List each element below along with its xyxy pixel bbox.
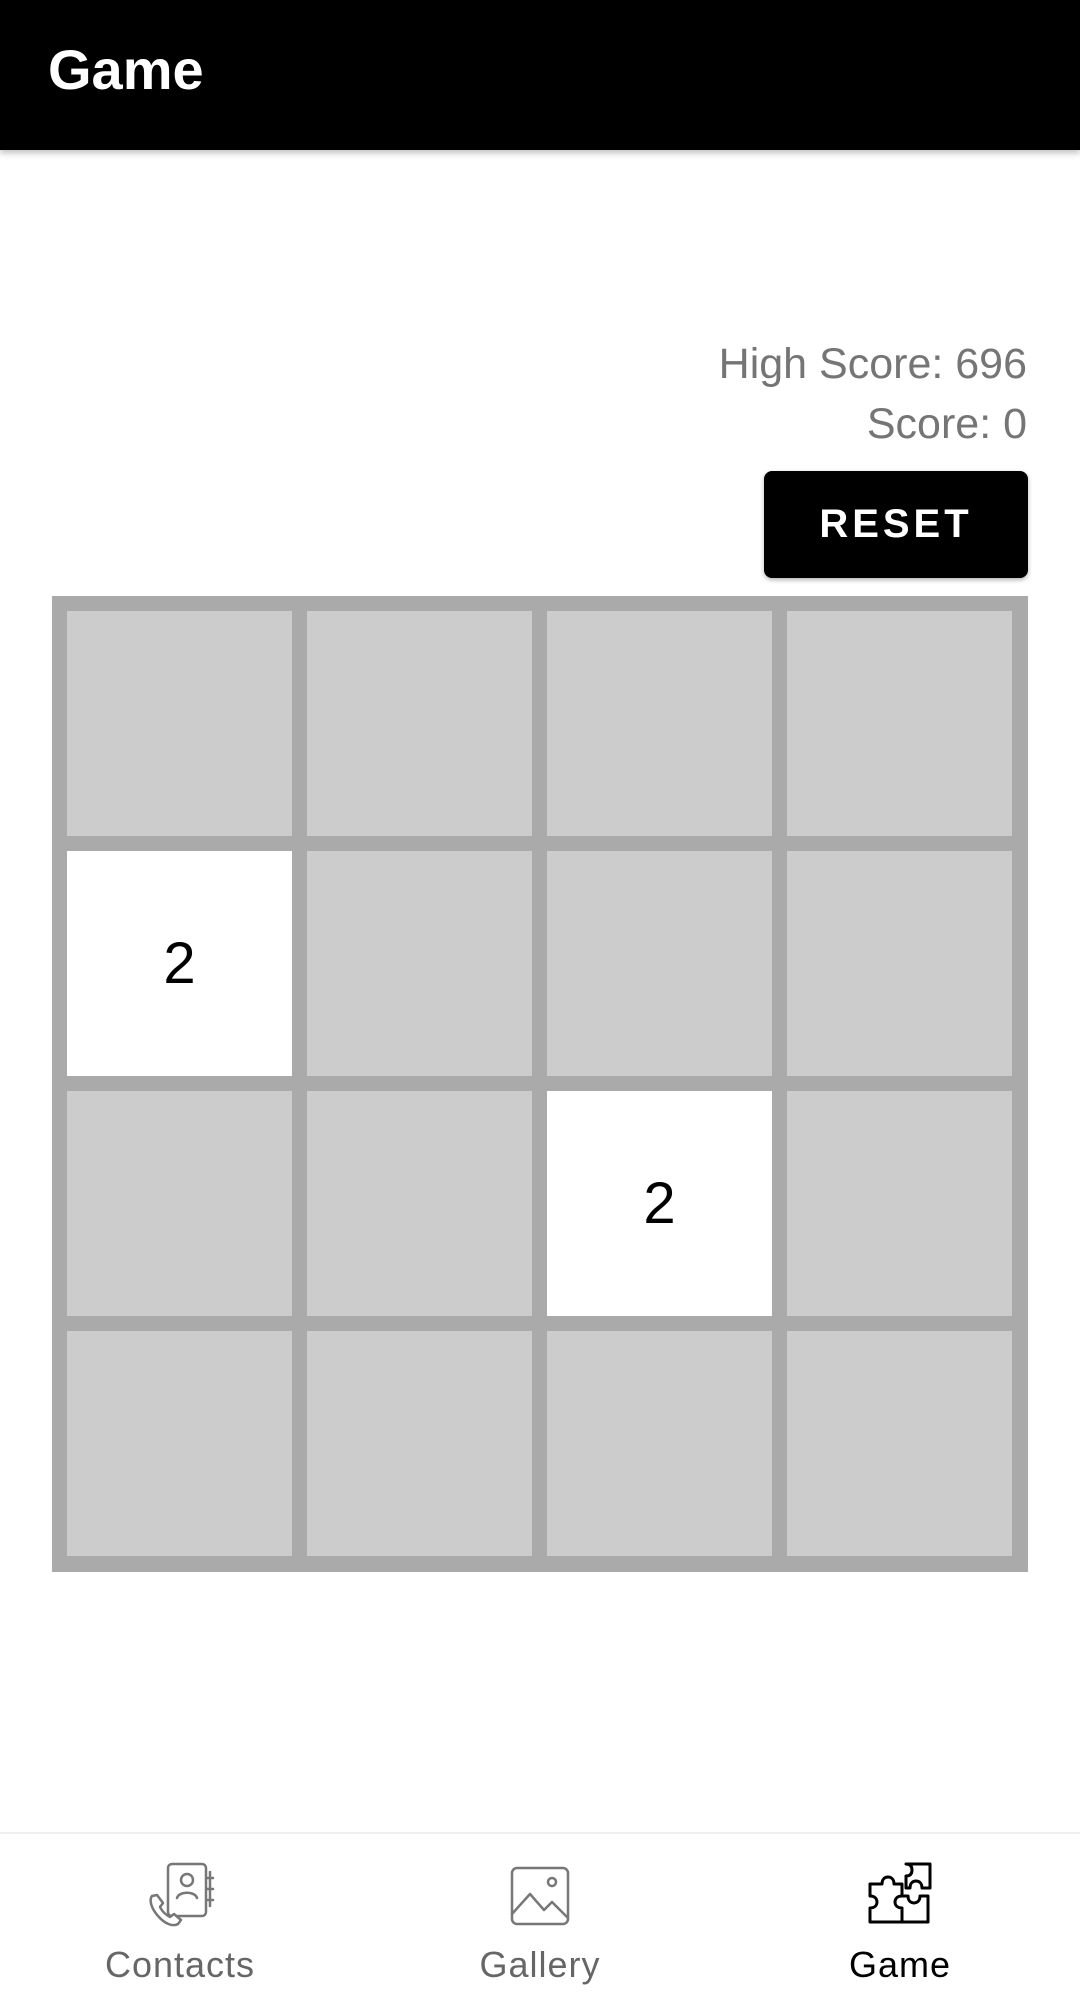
- tile-2-2: 2: [547, 1091, 772, 1316]
- nav-label-gallery: Gallery: [479, 1944, 601, 1985]
- bottom-navigation: Contacts Gallery Game: [0, 1832, 1080, 2004]
- nav-label-contacts: Contacts: [104, 1944, 256, 1985]
- tile-1-0: 2: [67, 851, 292, 1076]
- nav-label-game: Game: [848, 1944, 952, 1985]
- tile-3-1: [307, 1331, 532, 1556]
- game-board[interactable]: 2 2: [52, 596, 1028, 1572]
- page-title: Game: [48, 38, 204, 101]
- tile-2-0: [67, 1091, 292, 1316]
- tile-3-2: [547, 1331, 772, 1556]
- app-bar: Game: [0, 0, 1080, 150]
- reset-button[interactable]: RESET: [764, 471, 1028, 578]
- tile-0-0: [67, 611, 292, 836]
- tile-0-1: [307, 611, 532, 836]
- app-root: Game High Score: 696 Score: 0 RESET 2 2: [0, 0, 1080, 2004]
- score-panel: High Score: 696 Score: 0: [719, 334, 1027, 454]
- tile-2-3: [787, 1091, 1012, 1316]
- tile-0-3: [787, 611, 1012, 836]
- high-score-label: High Score: 696: [718, 340, 1027, 388]
- nav-item-gallery[interactable]: Gallery: [360, 1834, 720, 2004]
- gallery-icon: [510, 1866, 570, 1926]
- tile-1-1: [307, 851, 532, 1076]
- tile-1-3: [787, 851, 1012, 1076]
- tile-2-1: [307, 1091, 532, 1316]
- nav-item-contacts[interactable]: Contacts: [0, 1834, 360, 2004]
- nav-item-game[interactable]: Game: [720, 1834, 1080, 2004]
- tile-3-3: [787, 1331, 1012, 1556]
- contacts-icon: [149, 1862, 215, 1927]
- tile-1-2: [547, 851, 772, 1076]
- puzzle-icon: [868, 1862, 932, 1924]
- tile-3-0: [67, 1331, 292, 1556]
- tile-0-2: [547, 611, 772, 836]
- score-label: Score: 0: [866, 400, 1027, 448]
